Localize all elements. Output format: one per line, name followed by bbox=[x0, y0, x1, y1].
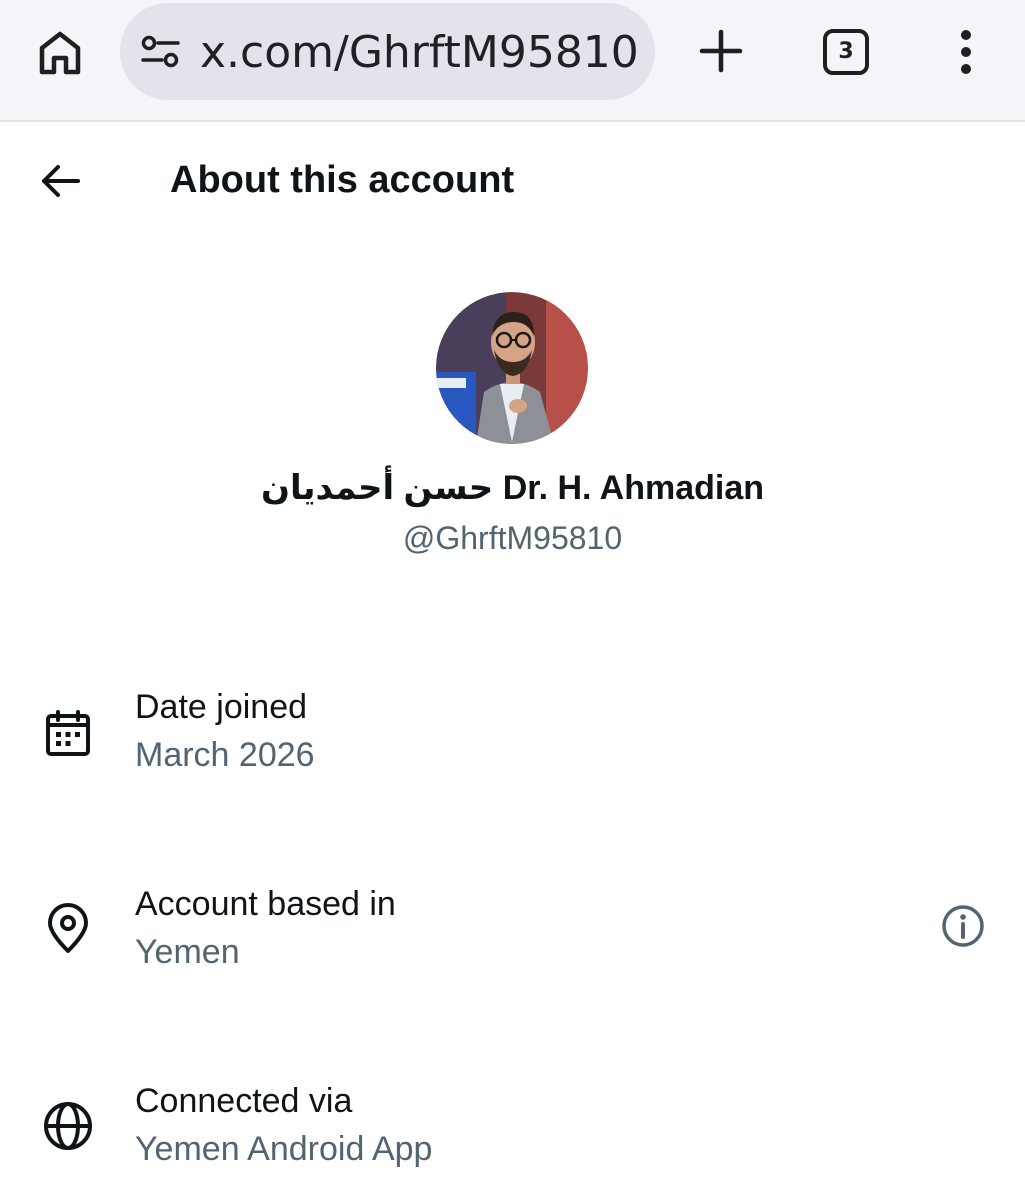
row-label: Account based in bbox=[135, 885, 396, 923]
row-value: Yemen Android App bbox=[135, 1130, 433, 1168]
url-text[interactable]: x.com/GhrftM95810 bbox=[200, 25, 640, 81]
tune-icon[interactable] bbox=[140, 33, 182, 71]
calendar-icon bbox=[40, 708, 96, 764]
info-row-date-joined: Date joined March 2026 bbox=[0, 684, 1025, 794]
row-label: Connected via bbox=[135, 1082, 353, 1120]
info-row-connected-via: Connected via Yemen Android App bbox=[0, 1078, 1025, 1188]
row-value: Yemen bbox=[135, 933, 240, 971]
more-vert-icon[interactable] bbox=[946, 28, 986, 76]
display-name: حسن أحمديان Dr. H. Ahmadian bbox=[260, 469, 765, 507]
row-value: March 2026 bbox=[135, 736, 315, 774]
plus-icon[interactable] bbox=[696, 26, 746, 76]
row-label: Date joined bbox=[135, 688, 308, 726]
tab-switcher-icon[interactable]: 3 bbox=[823, 29, 869, 75]
page-title: About this account bbox=[170, 159, 515, 201]
address-bar[interactable]: x.com/GhrftM95810 bbox=[120, 3, 655, 100]
globe-icon bbox=[40, 1098, 96, 1154]
location-pin-icon bbox=[40, 901, 96, 957]
arrow-left-icon[interactable] bbox=[38, 160, 84, 202]
info-icon[interactable] bbox=[938, 901, 988, 951]
home-icon[interactable] bbox=[34, 26, 86, 78]
browser-toolbar: x.com/GhrftM95810 3 bbox=[0, 0, 1025, 122]
avatar[interactable] bbox=[436, 292, 588, 444]
account-handle: @GhrftM95810 bbox=[402, 520, 623, 556]
info-row-account-based-in[interactable]: Account based in Yemen bbox=[0, 881, 1025, 991]
